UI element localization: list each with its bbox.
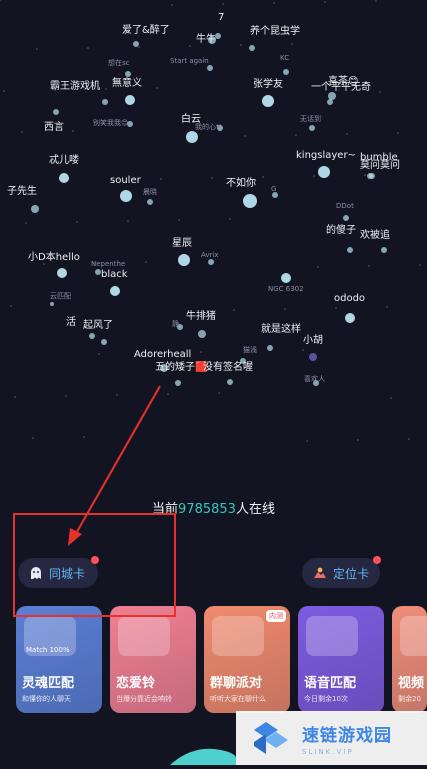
annotation-box — [13, 513, 176, 617]
watermark-logo — [254, 722, 288, 754]
watermark-domain: SLINK.VIP — [302, 747, 354, 756]
annotation-arrow — [68, 385, 161, 546]
watermark: 速链游戏园 SLINK.VIP — [236, 711, 427, 765]
watermark-name: 速链游戏园 — [302, 725, 392, 746]
